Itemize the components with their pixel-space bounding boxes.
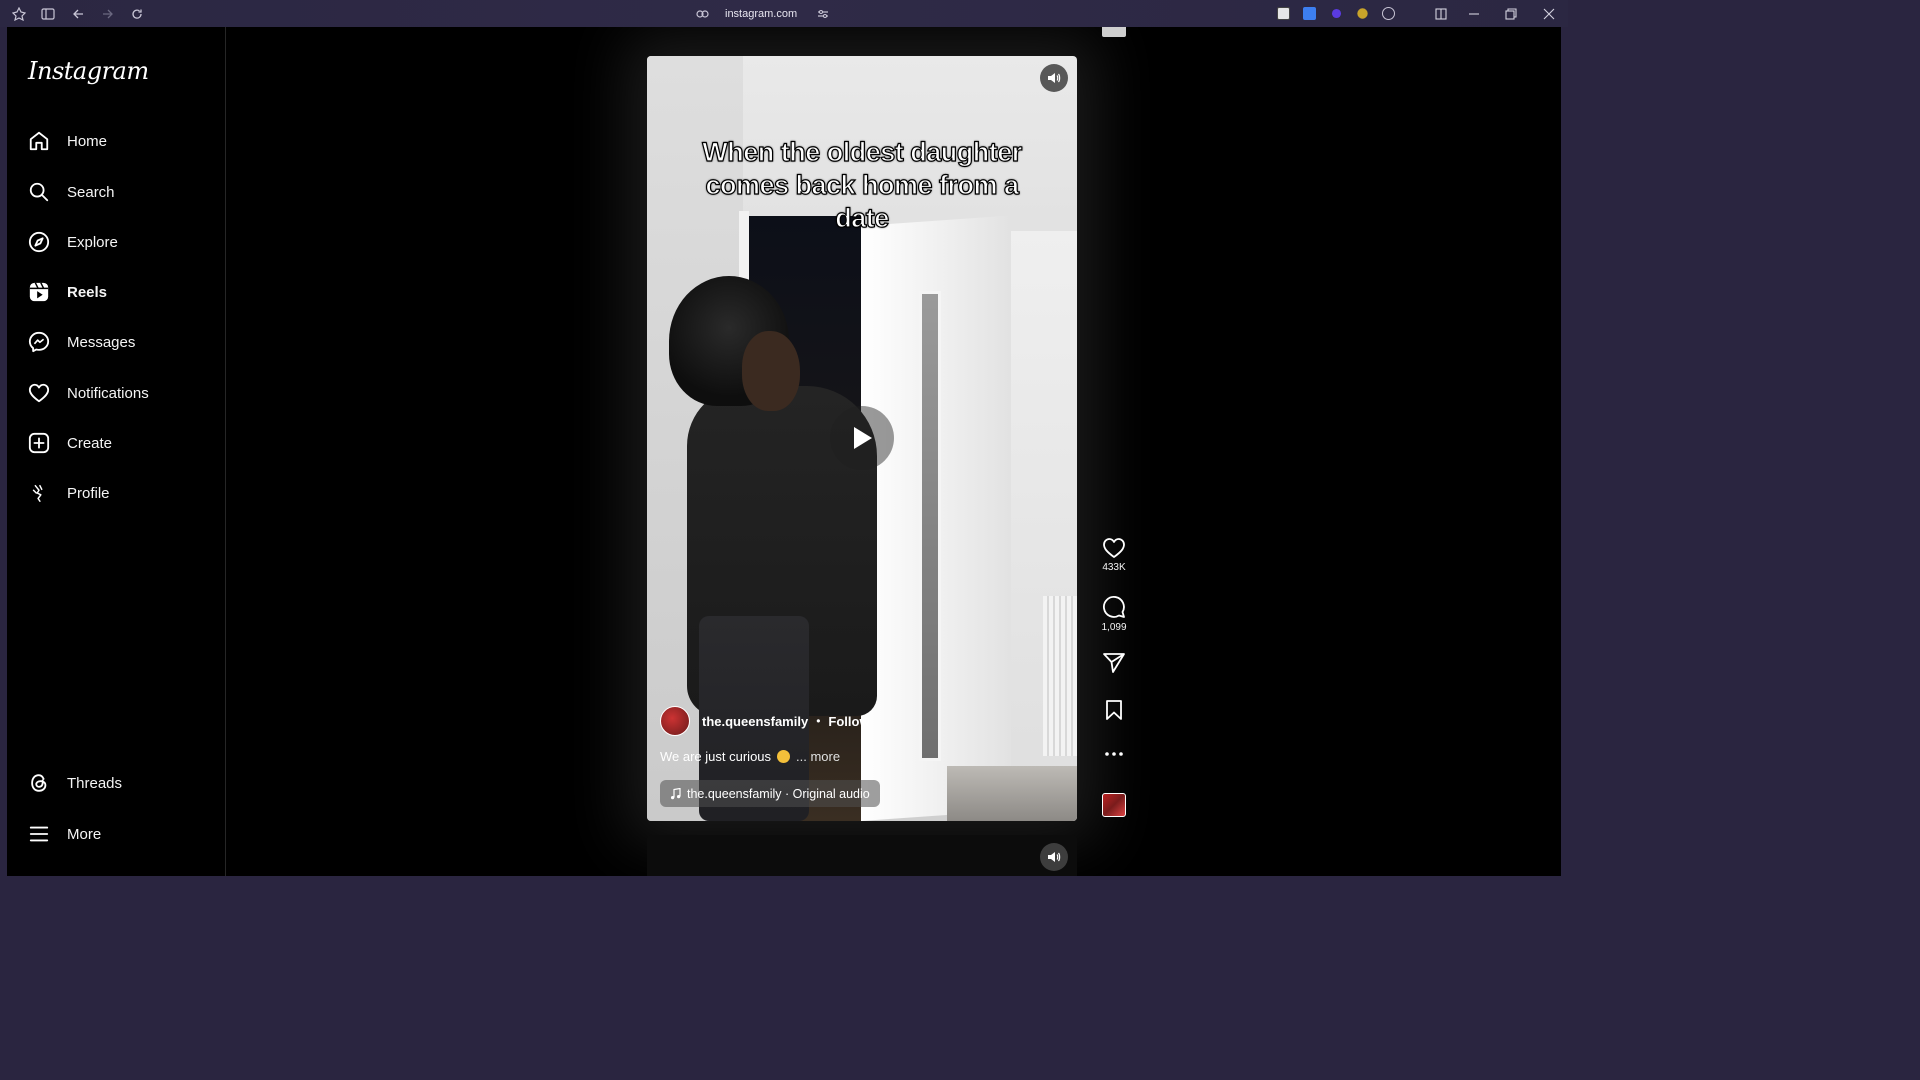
like-count: 433K bbox=[1102, 562, 1126, 573]
reel-video[interactable]: When the oldest daughter comes back home… bbox=[647, 56, 1077, 821]
profile-icon bbox=[27, 481, 51, 505]
sidebar-item-notifications[interactable]: Notifications bbox=[19, 370, 215, 416]
sidebar-item-profile[interactable]: Profile bbox=[19, 470, 215, 516]
caption-more-link[interactable]: ... more bbox=[796, 749, 840, 764]
sidebar-item-label: Profile bbox=[67, 484, 110, 502]
sidebar-item-label: Messages bbox=[67, 333, 136, 351]
comment-button[interactable]: 1,099 bbox=[1095, 595, 1133, 633]
send-icon bbox=[1103, 653, 1125, 673]
notion-extension-icon[interactable] bbox=[1277, 7, 1290, 20]
sidebar-item-label: More bbox=[67, 825, 102, 843]
sidebar-item-label: Search bbox=[67, 183, 115, 201]
sidebar-item-home[interactable]: Home bbox=[19, 118, 215, 164]
docs-extension-icon[interactable] bbox=[1303, 7, 1316, 20]
speaker-icon bbox=[1048, 73, 1061, 83]
bookmark-icon bbox=[1106, 700, 1122, 720]
reel-caption: We are just curious ... more bbox=[660, 749, 840, 764]
avatar[interactable] bbox=[660, 706, 690, 736]
address-bar[interactable]: instagram.com bbox=[696, 5, 829, 22]
sidebar-item-messages[interactable]: Messages bbox=[19, 319, 215, 365]
more-options-button[interactable] bbox=[1095, 751, 1133, 757]
site-settings-icon[interactable] bbox=[817, 9, 829, 19]
speaker-icon bbox=[1048, 852, 1061, 862]
comment-icon bbox=[1103, 596, 1125, 618]
browser-toolbar: instagram.com bbox=[0, 0, 1568, 27]
next-reel-preview[interactable] bbox=[647, 835, 1077, 876]
sidebar-item-label: Explore bbox=[67, 233, 118, 251]
sidebar-item-label: Home bbox=[67, 132, 108, 150]
play-icon bbox=[854, 427, 872, 449]
instagram-app: Instagram Home Search Explore Reels Mess… bbox=[7, 27, 1561, 876]
save-button[interactable] bbox=[1095, 699, 1133, 721]
compass-icon bbox=[27, 230, 51, 254]
heart-icon bbox=[1103, 538, 1125, 558]
like-button[interactable]: 433K bbox=[1095, 537, 1133, 573]
extensions-icon[interactable] bbox=[1382, 7, 1395, 20]
author-username[interactable]: the.queensfamily bbox=[702, 714, 808, 729]
sidebar-item-reels[interactable]: Reels bbox=[19, 269, 215, 315]
sidebar-item-label: Create bbox=[67, 434, 113, 452]
home-icon bbox=[27, 129, 51, 153]
check-extension-icon[interactable] bbox=[1357, 8, 1368, 19]
link-icon bbox=[696, 9, 709, 18]
menu-icon bbox=[27, 822, 51, 846]
forward-icon[interactable] bbox=[100, 6, 116, 22]
follow-button[interactable]: Follow bbox=[828, 714, 869, 729]
caption-text: We are just curious bbox=[660, 749, 772, 764]
music-note-icon bbox=[671, 787, 681, 799]
back-icon[interactable] bbox=[70, 6, 86, 22]
sidebar-item-search[interactable]: Search bbox=[19, 169, 215, 215]
plus-square-icon bbox=[27, 431, 51, 455]
sidebar-item-more[interactable]: More bbox=[19, 811, 215, 857]
audio-link[interactable]: the.queensfamily · Original audio bbox=[660, 780, 880, 807]
next-mute-button[interactable] bbox=[1040, 843, 1068, 871]
sidebar-toggle-icon[interactable] bbox=[40, 6, 56, 22]
reel-author: the.queensfamily • Follow bbox=[660, 706, 870, 736]
reels-icon bbox=[27, 280, 51, 304]
threads-icon bbox=[27, 771, 51, 795]
ai-extension-icon[interactable] bbox=[1331, 8, 1342, 19]
sidebar-item-create[interactable]: Create bbox=[19, 420, 215, 466]
instagram-logo[interactable]: Instagram bbox=[28, 57, 149, 85]
smiling-emoji-icon bbox=[777, 750, 791, 763]
previous-reel-thumbnail[interactable] bbox=[1102, 27, 1126, 37]
browser-menu-icon[interactable] bbox=[11, 6, 27, 22]
comment-count: 1,099 bbox=[1101, 622, 1127, 633]
sidebar-item-label: Threads bbox=[67, 774, 123, 792]
sidebar: Instagram Home Search Explore Reels Mess… bbox=[7, 27, 226, 876]
split-view-icon[interactable] bbox=[1433, 6, 1449, 22]
restore-icon[interactable] bbox=[1503, 6, 1519, 22]
sidebar-item-label: Notifications bbox=[67, 384, 149, 402]
search-icon bbox=[27, 180, 51, 204]
sidebar-item-explore[interactable]: Explore bbox=[19, 219, 215, 265]
close-icon[interactable] bbox=[1541, 6, 1557, 22]
audio-label: the.queensfamily · Original audio bbox=[687, 786, 870, 801]
address-url: instagram.com bbox=[725, 7, 798, 20]
share-button[interactable] bbox=[1095, 652, 1133, 674]
reload-icon[interactable] bbox=[129, 6, 145, 22]
heart-icon bbox=[27, 381, 51, 405]
separator-dot: • bbox=[816, 714, 821, 728]
sidebar-item-threads[interactable]: Threads bbox=[19, 760, 215, 806]
mute-button[interactable] bbox=[1040, 64, 1068, 92]
play-button[interactable] bbox=[830, 406, 894, 470]
sidebar-item-label: Reels bbox=[67, 283, 108, 301]
more-dots-icon bbox=[1105, 752, 1123, 756]
minimize-icon[interactable] bbox=[1466, 6, 1482, 22]
messenger-icon bbox=[27, 330, 51, 354]
audio-thumbnail[interactable] bbox=[1102, 793, 1126, 817]
video-overlay-text: When the oldest daughter comes back home… bbox=[702, 136, 1023, 233]
